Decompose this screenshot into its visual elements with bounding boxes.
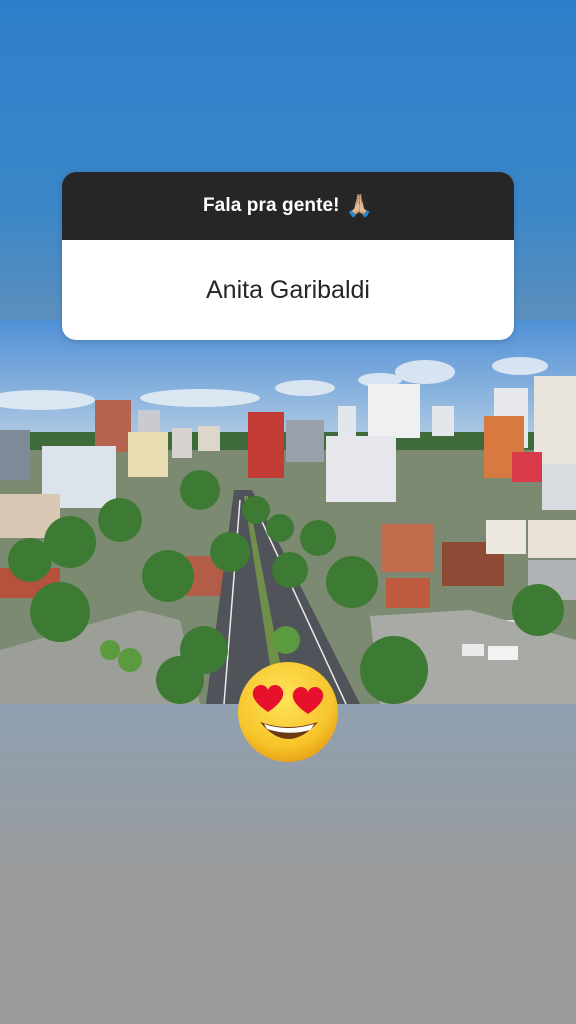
folded-hands-emoji-icon: 🙏🏼 [345,193,374,218]
heart-eyes-emoji-icon[interactable] [236,660,340,764]
city-photo [0,320,576,704]
question-sticker-header: Fala pra gente! 🙏🏼 [62,172,514,240]
story-canvas: Fala pra gente! 🙏🏼 Anita Garibaldi [0,0,576,1024]
question-answer: Anita Garibaldi [206,275,370,304]
question-sticker[interactable]: Fala pra gente! 🙏🏼 Anita Garibaldi [62,172,514,340]
question-sticker-answer-area: Anita Garibaldi [62,240,514,340]
question-prompt: Fala pra gente! [202,195,340,216]
